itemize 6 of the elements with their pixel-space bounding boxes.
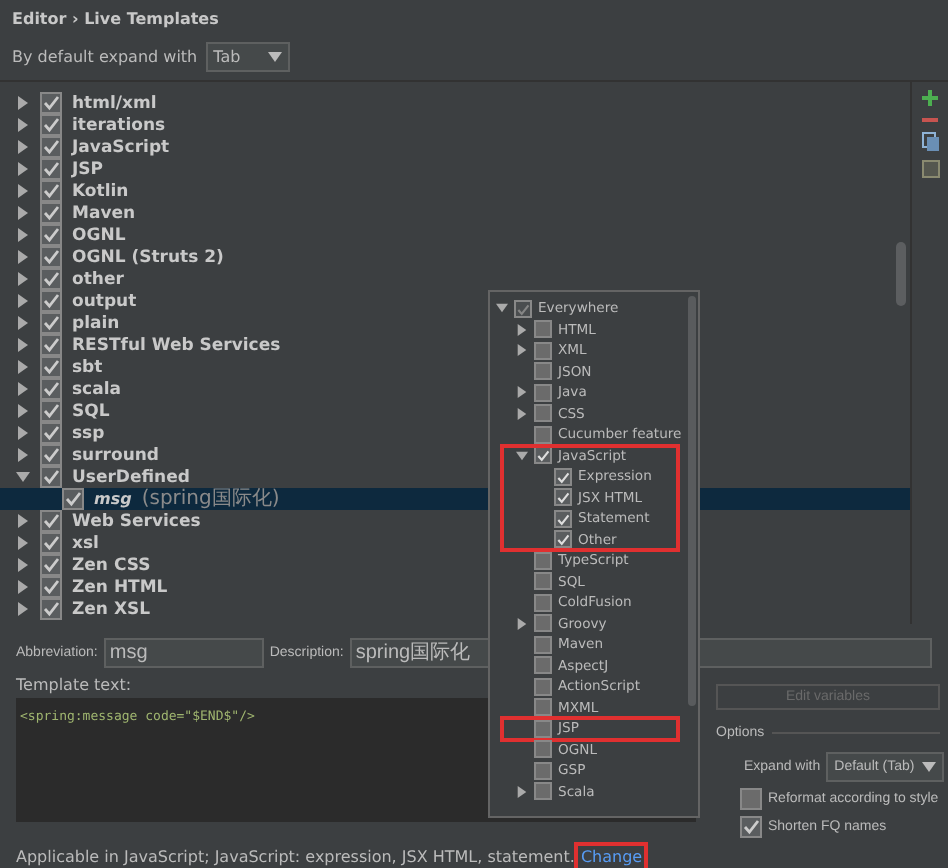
template-text-label: Template text: [16, 674, 132, 698]
breadcrumb-title: Editor › Live Templates [10, 8, 221, 32]
expand-label: By default expand with [12, 47, 198, 65]
applicable-contexts-text: Applicable in JavaScript; JavaScript: expression, JSX HTML, statement. [16, 847, 575, 865]
template-description: (spring国际化) [141, 488, 280, 510]
template-abbreviation: msg [94, 490, 132, 508]
